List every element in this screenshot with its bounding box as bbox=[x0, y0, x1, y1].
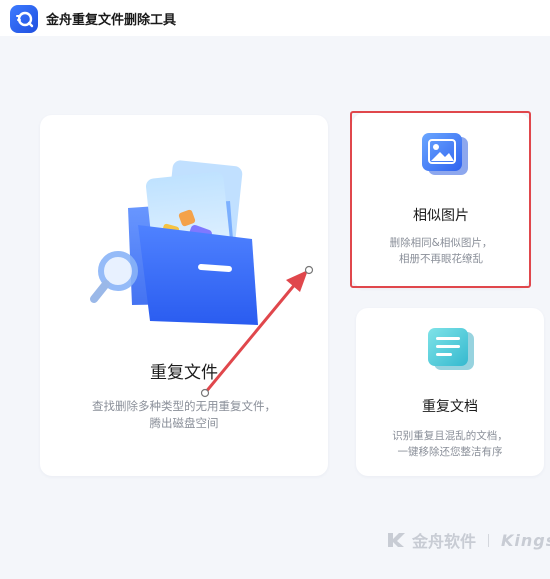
app-logo-icon bbox=[10, 5, 38, 33]
folder-icon bbox=[90, 160, 258, 325]
similar-images-title: 相似图片 bbox=[413, 208, 469, 224]
image-icon bbox=[422, 133, 468, 175]
duplicate-docs-title: 重复文档 bbox=[422, 399, 478, 415]
watermark-brand-en: Kings bbox=[501, 530, 550, 550]
duplicate-files-title: 重复文件 bbox=[150, 363, 218, 383]
watermark-brand-cn: 金舟软件 bbox=[412, 532, 477, 551]
duplicate-files-desc-line2: 腾出磁盘空间 bbox=[149, 416, 219, 430]
duplicate-files-description: 查找删除多种类型的无用重复文件， 腾出磁盘空间 bbox=[54, 398, 314, 432]
duplicate-docs-description: 识别重复且混乱的文档， 一键移除还您整洁有序 bbox=[356, 428, 544, 460]
watermark-separator bbox=[488, 533, 490, 547]
duplicate-files-card[interactable]: 重复文件 查找删除多种类型的无用重复文件， 腾出磁盘空间 bbox=[40, 115, 328, 476]
similar-images-desc-line2: 相册不再眼花缭乱 bbox=[399, 253, 483, 265]
duplicate-files-desc-line1: 查找删除多种类型的无用重复文件， bbox=[92, 399, 276, 413]
similar-images-card[interactable]: 相似图片 删除相同&相似图片， 相册不再眼花缭乱 bbox=[352, 113, 530, 288]
title-bar: 金舟重复文件删除工具 bbox=[0, 0, 550, 36]
document-icon bbox=[428, 328, 474, 370]
duplicate-docs-desc-line2: 一键移除还您整洁有序 bbox=[397, 446, 503, 458]
watermark: 金舟软件 Kings bbox=[386, 528, 550, 552]
duplicate-docs-card[interactable]: 重复文档 识别重复且混乱的文档， 一键移除还您整洁有序 bbox=[356, 308, 544, 476]
similar-images-desc-line1: 删除相同&相似图片， bbox=[389, 237, 493, 249]
similar-images-description: 删除相同&相似图片， 相册不再眼花缭乱 bbox=[352, 235, 530, 267]
brand-logo-icon bbox=[388, 533, 405, 547]
app-title: 金舟重复文件删除工具 bbox=[46, 13, 177, 28]
duplicate-docs-desc-line1: 识别重复且混乱的文档， bbox=[392, 430, 508, 442]
